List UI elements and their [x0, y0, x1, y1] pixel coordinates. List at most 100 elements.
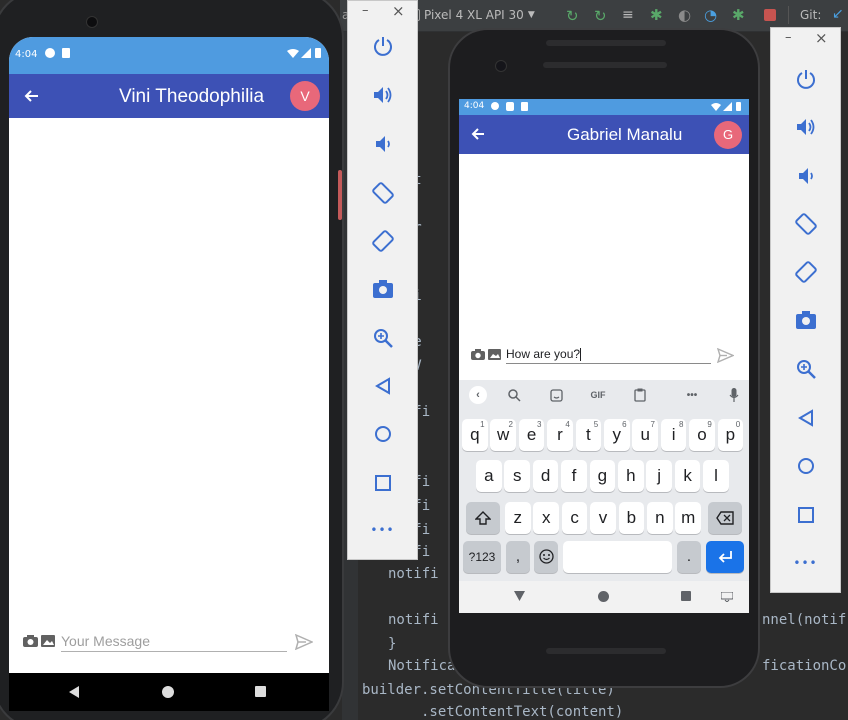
- rotate-right-icon[interactable]: [371, 229, 395, 253]
- attach-debugger-icon[interactable]: ◐: [678, 6, 691, 24]
- enter-key[interactable]: [706, 541, 744, 573]
- power-icon[interactable]: [372, 35, 394, 57]
- back-icon[interactable]: [374, 377, 392, 395]
- screenshot-icon[interactable]: [795, 310, 817, 330]
- nav-recents-icon[interactable]: [681, 591, 691, 601]
- debug-icon[interactable]: ✱: [650, 6, 663, 24]
- code-line-fragment: ficationCo: [762, 658, 847, 674]
- back-arrow-icon[interactable]: [23, 88, 39, 104]
- volume-up-icon[interactable]: [372, 85, 394, 105]
- keyboard-switch-icon[interactable]: [721, 592, 733, 602]
- shift-key[interactable]: [466, 502, 500, 534]
- sticker-button[interactable]: [545, 380, 567, 410]
- space-key[interactable]: [563, 541, 672, 573]
- volume-up-icon[interactable]: [795, 117, 817, 137]
- more-icon[interactable]: •••: [771, 556, 840, 570]
- attach-process-icon[interactable]: ✱: [732, 6, 745, 24]
- send-icon[interactable]: [717, 348, 734, 363]
- zoom-icon[interactable]: [372, 327, 394, 349]
- key-s[interactable]: s: [504, 460, 530, 492]
- device-selector[interactable]: Pixel 4 XL API 30 ▼: [412, 4, 552, 26]
- key-a[interactable]: a: [476, 460, 502, 492]
- backspace-key[interactable]: [708, 502, 742, 534]
- message-input[interactable]: Your Message: [61, 632, 287, 652]
- screenshot-icon[interactable]: [372, 279, 394, 299]
- key-p[interactable]: p0: [717, 419, 744, 451]
- back-icon[interactable]: [797, 409, 815, 427]
- key-h[interactable]: h: [618, 460, 644, 492]
- minimize-button[interactable]: –: [362, 3, 369, 18]
- key-z[interactable]: z: [505, 502, 531, 534]
- comma-key[interactable]: ,: [506, 541, 530, 573]
- keyboard-collapse-button[interactable]: ‹: [467, 380, 489, 410]
- image-icon[interactable]: [41, 635, 55, 647]
- key-label: o: [697, 425, 707, 444]
- key-m[interactable]: m: [675, 502, 701, 534]
- power-icon[interactable]: [795, 68, 817, 90]
- key-w[interactable]: w2: [490, 419, 516, 451]
- key-r[interactable]: r4: [547, 419, 573, 451]
- send-icon[interactable]: [295, 634, 313, 650]
- home-icon[interactable]: [374, 425, 392, 443]
- key-label: t: [586, 425, 591, 444]
- key-v[interactable]: v: [590, 502, 616, 534]
- more-icon[interactable]: •••: [348, 523, 417, 537]
- key-c[interactable]: c: [561, 502, 588, 534]
- overview-icon[interactable]: [797, 506, 815, 524]
- key-y[interactable]: y6: [604, 419, 630, 451]
- key-k[interactable]: k: [674, 460, 701, 492]
- more-options-icon[interactable]: •••: [681, 380, 703, 410]
- nav-home-icon[interactable]: [162, 686, 174, 698]
- apply-changes-icon[interactable]: ↻: [566, 7, 579, 25]
- key-u[interactable]: u7: [632, 419, 658, 451]
- avatar[interactable]: G: [714, 121, 742, 149]
- key-b[interactable]: b: [618, 502, 645, 534]
- profiler-icon[interactable]: ◔: [704, 6, 717, 24]
- volume-down-icon[interactable]: [795, 166, 817, 186]
- git-update-icon[interactable]: ↙: [832, 6, 844, 22]
- nav-back-icon[interactable]: [69, 686, 79, 698]
- search-button[interactable]: [503, 380, 525, 410]
- key-j[interactable]: j: [646, 460, 672, 492]
- stop-icon[interactable]: [764, 9, 776, 21]
- image-icon[interactable]: [488, 349, 501, 360]
- camera-icon[interactable]: [471, 349, 485, 360]
- nav-recents-icon[interactable]: [255, 686, 266, 697]
- rotate-left-icon[interactable]: [371, 181, 395, 205]
- key-l[interactable]: l: [703, 460, 729, 492]
- minimize-button[interactable]: –: [785, 30, 792, 45]
- key-e[interactable]: e3: [518, 419, 545, 451]
- key-n[interactable]: n: [647, 502, 673, 534]
- key-t[interactable]: t5: [575, 419, 602, 451]
- close-button[interactable]: ×: [392, 2, 405, 20]
- key-i[interactable]: i8: [660, 419, 687, 451]
- key-f[interactable]: f: [561, 460, 587, 492]
- period-key[interactable]: .: [677, 541, 701, 573]
- key-o[interactable]: o9: [689, 419, 715, 451]
- nav-back-icon[interactable]: [514, 591, 525, 601]
- volume-down-icon[interactable]: [372, 134, 394, 154]
- key-d[interactable]: d: [532, 460, 559, 492]
- back-arrow-icon[interactable]: [471, 127, 485, 141]
- mic-button[interactable]: [723, 380, 745, 410]
- gif-button[interactable]: GIF: [585, 380, 611, 410]
- zoom-icon[interactable]: [795, 358, 817, 380]
- logcat-icon[interactable]: ≡: [622, 7, 634, 23]
- home-icon[interactable]: [797, 457, 815, 475]
- symbols-key[interactable]: ?123: [463, 541, 501, 573]
- camera-icon[interactable]: [23, 635, 38, 647]
- message-input[interactable]: How are you?: [506, 346, 711, 364]
- rotate-right-icon[interactable]: [794, 260, 818, 284]
- clipboard-button[interactable]: [629, 380, 651, 410]
- overview-icon[interactable]: [374, 474, 392, 492]
- key-x[interactable]: x: [533, 502, 559, 534]
- key-q[interactable]: q1: [462, 419, 488, 451]
- nav-home-icon[interactable]: [598, 591, 609, 602]
- close-button[interactable]: ×: [815, 29, 828, 47]
- apply-code-changes-icon[interactable]: ↻: [594, 7, 607, 25]
- emoji-key[interactable]: [534, 541, 558, 573]
- key-g[interactable]: g: [589, 460, 616, 492]
- avatar[interactable]: V: [290, 81, 320, 111]
- rotate-left-icon[interactable]: [794, 212, 818, 236]
- key-label: n: [655, 508, 665, 527]
